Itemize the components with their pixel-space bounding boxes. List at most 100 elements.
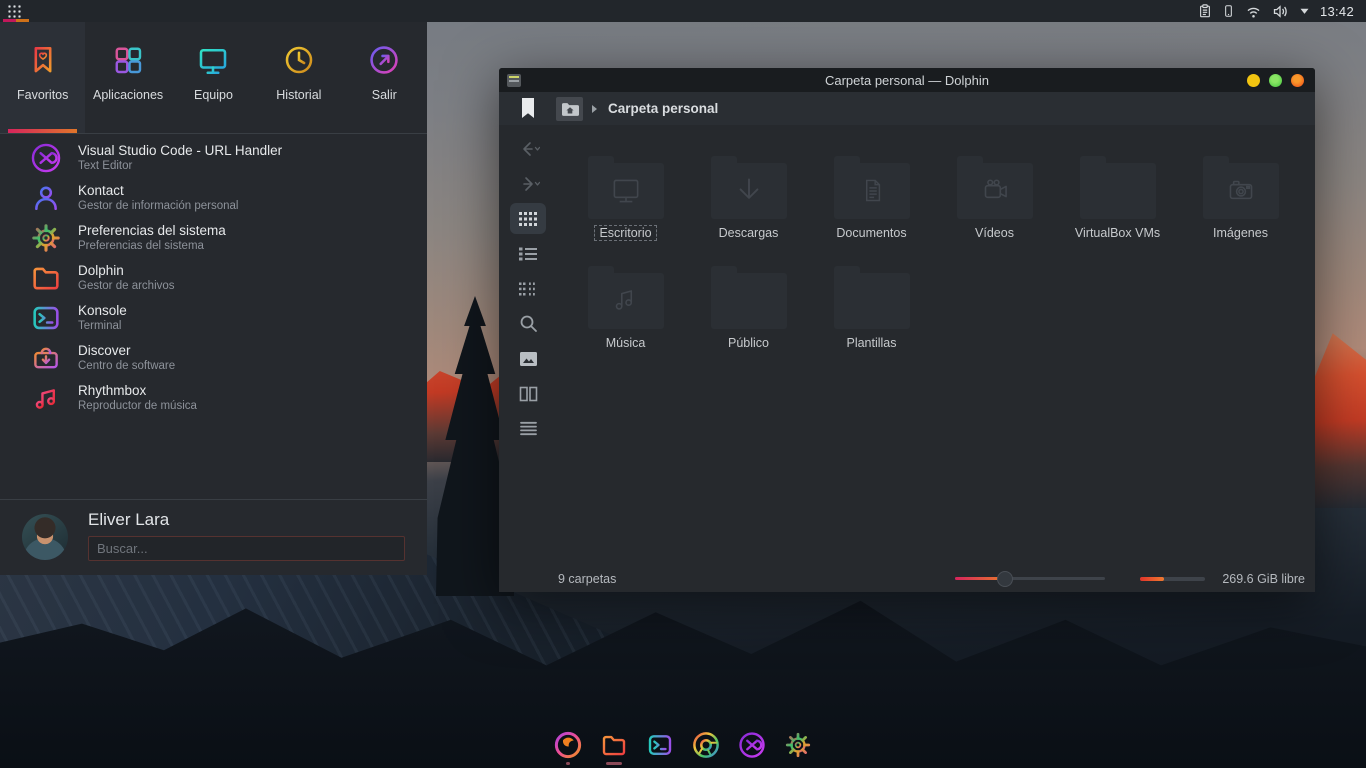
- folder-count: 9 carpetas: [558, 572, 616, 586]
- forward-button[interactable]: [510, 168, 546, 199]
- folder-escritorio[interactable]: Escritorio: [564, 155, 687, 265]
- dock-item-firefox[interactable]: [553, 730, 583, 765]
- maximize-button[interactable]: [1269, 74, 1282, 87]
- folder-label: Imágenes: [1213, 226, 1268, 240]
- app-item-vscode[interactable]: Visual Studio Code - URL Handler Text Ed…: [0, 138, 427, 178]
- running-indicator: [566, 762, 570, 765]
- folder-icon: [28, 260, 64, 296]
- folder-virtualbox-vms[interactable]: VirtualBox VMs: [1056, 155, 1179, 265]
- titlebar[interactable]: Carpeta personal — Dolphin: [499, 68, 1315, 92]
- breadcrumb[interactable]: Carpeta personal: [608, 101, 718, 116]
- folder-label: Documentos: [836, 226, 906, 240]
- chrome-icon: [691, 730, 721, 760]
- search-button[interactable]: [510, 308, 546, 339]
- dock-item-vscode[interactable]: [737, 730, 767, 765]
- view-toolbar: [499, 125, 557, 565]
- video-emblem-icon: [976, 172, 1014, 210]
- tab-label: Equipo: [194, 88, 233, 102]
- top-panel: 13:42: [0, 0, 1366, 22]
- split-view-icon: [519, 386, 538, 402]
- app-item-system-settings[interactable]: Preferencias del sistema Preferencias de…: [0, 218, 427, 258]
- volume-icon[interactable]: [1272, 4, 1289, 19]
- app-item-rhythmbox[interactable]: Rhythmbox Reproductor de música: [0, 378, 427, 418]
- back-button[interactable]: [510, 133, 546, 164]
- folder-imagenes[interactable]: Imágenes: [1179, 155, 1302, 265]
- home-folder-button[interactable]: [556, 97, 583, 121]
- clock[interactable]: 13:42: [1320, 4, 1354, 19]
- back-arrow-icon: [516, 141, 540, 157]
- bag-download-icon: [28, 340, 64, 376]
- free-space-label: 269.6 GiB libre: [1222, 572, 1305, 586]
- phone-icon[interactable]: [1222, 3, 1235, 19]
- tab-label: Favoritos: [17, 88, 68, 102]
- app-title: Konsole: [78, 303, 127, 319]
- app-item-konsole[interactable]: Konsole Terminal: [0, 298, 427, 338]
- compact-view-button[interactable]: [510, 273, 546, 304]
- menu-button[interactable]: [510, 413, 546, 444]
- expand-tray-icon[interactable]: [1299, 7, 1310, 15]
- details-view-button[interactable]: [510, 238, 546, 269]
- folder-label: Vídeos: [975, 226, 1014, 240]
- tab-historial[interactable]: Historial: [256, 22, 341, 133]
- folder-documentos[interactable]: Documentos: [810, 155, 933, 265]
- vscode-icon: [28, 140, 64, 176]
- dock-item-dolphin[interactable]: [599, 730, 629, 765]
- app-subtitle: Terminal: [78, 319, 127, 333]
- application-launcher: Favoritos Aplicaciones Equipo Historial …: [0, 22, 427, 575]
- tab-active-underline: [8, 129, 77, 133]
- app-grid-squares-icon: [110, 42, 146, 78]
- disk-capacity-bar: [1140, 577, 1205, 581]
- app-item-dolphin[interactable]: Dolphin Gestor de archivos: [0, 258, 427, 298]
- tab-label: Historial: [276, 88, 321, 102]
- tab-equipo[interactable]: Equipo: [171, 22, 256, 133]
- network-icon[interactable]: [1245, 4, 1262, 19]
- folder-videos[interactable]: Vídeos: [933, 155, 1056, 265]
- launcher-tabs: Favoritos Aplicaciones Equipo Historial …: [0, 22, 427, 134]
- clipboard-icon[interactable]: [1198, 3, 1212, 19]
- favorites-list: Visual Studio Code - URL Handler Text Ed…: [0, 134, 427, 422]
- clock-icon: [281, 42, 317, 78]
- app-item-kontact[interactable]: Kontact Gestor de información personal: [0, 178, 427, 218]
- user-area: Eliver Lara: [0, 499, 427, 575]
- tab-favoritos[interactable]: Favoritos: [0, 22, 85, 133]
- details-view-icon: [518, 246, 538, 262]
- zoom-slider-handle[interactable]: [997, 571, 1013, 587]
- dolphin-window: Carpeta personal — Dolphin Carpeta perso…: [499, 68, 1315, 592]
- search-input[interactable]: [88, 536, 405, 561]
- app-subtitle: Text Editor: [78, 159, 282, 173]
- dock-item-konsole[interactable]: [645, 730, 675, 765]
- dock-item-settings[interactable]: [783, 730, 813, 765]
- minimize-button[interactable]: [1247, 74, 1260, 87]
- close-button[interactable]: [1291, 74, 1304, 87]
- app-item-discover[interactable]: Discover Centro de software: [0, 338, 427, 378]
- zoom-slider[interactable]: [955, 577, 1105, 580]
- folder-publico[interactable]: Público: [687, 265, 810, 375]
- folder-label: Plantillas: [846, 336, 896, 350]
- folder-label: Música: [606, 336, 646, 350]
- folder-descargas[interactable]: Descargas: [687, 155, 810, 265]
- dock-item-chrome[interactable]: [691, 730, 721, 765]
- bookmark-icon[interactable]: [522, 98, 534, 119]
- preview-button[interactable]: [510, 343, 546, 374]
- firefox-icon: [553, 730, 583, 760]
- home-folder-icon: [561, 101, 579, 117]
- app-subtitle: Gestor de archivos: [78, 279, 175, 293]
- folder-plantillas[interactable]: Plantillas: [810, 265, 933, 375]
- folder-view[interactable]: Escritorio Descargas Documentos: [557, 125, 1315, 565]
- running-indicator: [606, 762, 622, 765]
- folder-label: Público: [728, 336, 769, 350]
- folder-musica[interactable]: Música: [564, 265, 687, 375]
- icons-view-button[interactable]: [510, 203, 546, 234]
- tab-salir[interactable]: Salir: [342, 22, 427, 133]
- app-title: Dolphin: [78, 263, 175, 279]
- statusbar: 9 carpetas 269.6 GiB libre: [499, 565, 1315, 592]
- app-subtitle: Preferencias del sistema: [78, 239, 226, 253]
- app-subtitle: Reproductor de música: [78, 399, 197, 413]
- user-avatar[interactable]: [22, 514, 68, 560]
- app-launcher-button[interactable]: [0, 0, 32, 22]
- forward-arrow-icon: [516, 176, 540, 192]
- window-title: Carpeta personal — Dolphin: [499, 73, 1315, 88]
- system-tray: 13:42: [1198, 3, 1366, 19]
- split-view-button[interactable]: [510, 378, 546, 409]
- tab-aplicaciones[interactable]: Aplicaciones: [85, 22, 170, 133]
